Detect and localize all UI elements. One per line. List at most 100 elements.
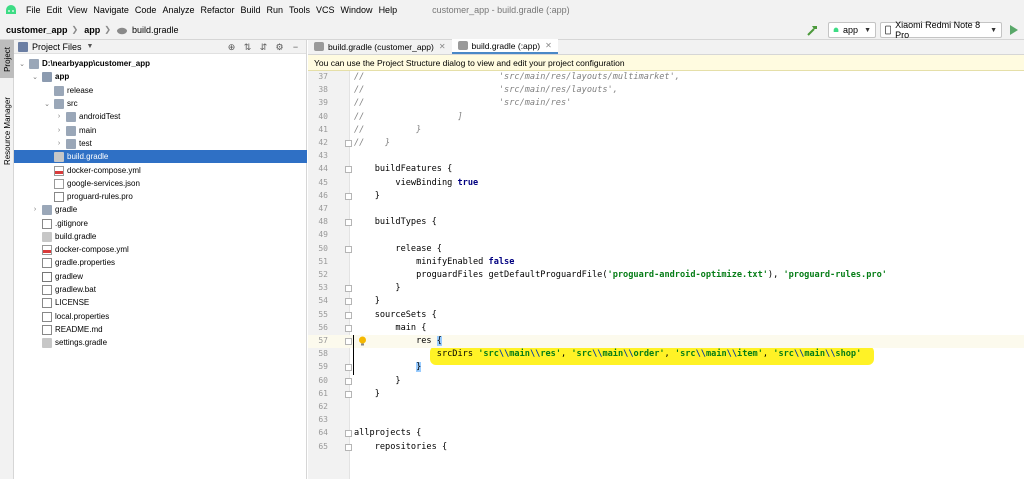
menu-window[interactable]: Window — [338, 5, 376, 15]
intention-bulb-icon[interactable] — [358, 336, 367, 346]
resource-manager-button[interactable]: Resource Manager — [0, 92, 14, 170]
code-line[interactable]: 41 // } — [308, 124, 1024, 137]
tree-item-src[interactable]: ⌄ src — [14, 97, 307, 110]
code-line[interactable]: 44 buildFeatures { — [308, 163, 1024, 176]
code-line[interactable]: 46 } — [308, 190, 1024, 203]
fold-marker-icon[interactable] — [345, 285, 352, 293]
tree-item-gradlew-bat[interactable]: gradlew.bat — [14, 283, 307, 296]
tree-item-androidtest[interactable]: › androidTest — [14, 110, 307, 123]
menu-tools[interactable]: Tools — [286, 5, 313, 15]
fold-marker-icon[interactable] — [345, 324, 352, 332]
tree-item-local-properties[interactable]: local.properties — [14, 310, 307, 323]
tree-item-root-build-gradle[interactable]: build.gradle — [14, 230, 307, 243]
code-line[interactable]: 56 main { — [308, 322, 1024, 335]
code-editor[interactable]: 37 // 'src/main/res/layouts/multimarket',… — [308, 71, 1024, 479]
code-line[interactable]: 52 proguardFiles getDefaultProguardFile(… — [308, 269, 1024, 282]
fold-marker-icon[interactable] — [345, 364, 352, 372]
code-line[interactable]: 60 } — [308, 375, 1024, 388]
code-line[interactable]: 39 // 'src/main/res' — [308, 97, 1024, 110]
code-line[interactable]: 58 srcDirs 'src\\main\\res', 'src\\main\… — [308, 348, 1024, 361]
tree-item-main[interactable]: › main — [14, 124, 307, 137]
menu-edit[interactable]: Edit — [44, 5, 66, 15]
tree-item-gitignore[interactable]: .gitignore — [14, 217, 307, 230]
collapsed-arrow-icon[interactable]: › — [55, 113, 63, 120]
device-select[interactable]: Xiaomi Redmi Note 8 Pro ▼ — [880, 20, 1002, 40]
tree-item-license[interactable]: LICENSE — [14, 296, 307, 309]
fold-marker-icon[interactable] — [345, 390, 352, 398]
chevron-down-icon[interactable]: ▼ — [87, 43, 94, 50]
code-line[interactable]: 42 // } — [308, 137, 1024, 150]
tree-item-gradlew[interactable]: gradlew — [14, 270, 307, 283]
code-line[interactable]: 43 — [308, 150, 1024, 163]
tree-item-gradle-properties[interactable]: gradle.properties — [14, 256, 307, 269]
code-line[interactable]: 48 buildTypes { — [308, 216, 1024, 229]
code-line[interactable]: 59 } — [308, 361, 1024, 374]
tab-build-gradle-customer-app[interactable]: build.gradle (customer_app) ✕ — [308, 39, 452, 54]
fold-marker-icon[interactable] — [345, 219, 352, 227]
menu-run[interactable]: Run — [264, 5, 287, 15]
menu-refactor[interactable]: Refactor — [197, 5, 237, 15]
menu-help[interactable]: Help — [376, 5, 401, 15]
code-line[interactable]: 51 minifyEnabled false — [308, 256, 1024, 269]
collapsed-arrow-icon[interactable]: › — [55, 140, 63, 147]
tree-item-app[interactable]: ⌄ app — [14, 70, 307, 83]
tree-item-root[interactable]: ⌄ D:\nearbyapp\customer_app — [14, 57, 307, 70]
run-icon[interactable] — [1006, 22, 1022, 38]
tree-item-settings-gradle[interactable]: settings.gradle — [14, 336, 307, 349]
gear-icon[interactable]: ⚙ — [273, 41, 286, 54]
fold-marker-icon[interactable] — [345, 430, 352, 438]
menu-build[interactable]: Build — [237, 5, 263, 15]
tree-item-google-services[interactable]: google-services.json — [14, 177, 307, 190]
project-view-title[interactable]: Project Files — [32, 42, 82, 52]
breadcrumb-module[interactable]: app — [78, 25, 100, 35]
menu-vcs[interactable]: VCS — [313, 5, 338, 15]
code-line[interactable]: 40 // ] — [308, 111, 1024, 124]
code-line[interactable]: 65 repositories { — [308, 441, 1024, 454]
fold-marker-icon[interactable] — [345, 377, 352, 385]
collapse-all-icon[interactable]: ⇵ — [257, 41, 270, 54]
fold-marker-icon[interactable] — [345, 140, 352, 147]
tree-item-gradle-folder[interactable]: › gradle — [14, 203, 307, 216]
expanded-arrow-icon[interactable]: ⌄ — [31, 73, 39, 81]
code-line[interactable]: 49 — [308, 229, 1024, 242]
code-line[interactable]: 38 // 'src/main/res/layouts', — [308, 84, 1024, 97]
collapsed-arrow-icon[interactable]: › — [31, 206, 39, 213]
run-configuration-select[interactable]: app ▼ — [828, 22, 876, 38]
tree-item-root-docker-compose[interactable]: docker-compose.yml — [14, 243, 307, 256]
code-line[interactable]: 45 viewBinding true — [308, 177, 1024, 190]
tab-build-gradle-app[interactable]: build.gradle (:app) ✕ — [451, 39, 558, 54]
menu-view[interactable]: View — [65, 5, 90, 15]
fold-marker-icon[interactable] — [345, 192, 352, 200]
project-tool-window-button[interactable]: Project — [0, 40, 14, 78]
locate-file-icon[interactable]: ⊕ — [225, 41, 238, 54]
code-line[interactable]: 61 } — [308, 388, 1024, 401]
code-line[interactable]: 57 res { — [308, 335, 1024, 349]
close-icon[interactable]: ✕ — [439, 42, 446, 51]
tree-item-readme[interactable]: README.md — [14, 323, 307, 336]
code-line[interactable]: 50 release { — [308, 243, 1024, 256]
menu-analyze[interactable]: Analyze — [159, 5, 197, 15]
menu-navigate[interactable]: Navigate — [90, 5, 132, 15]
expanded-arrow-icon[interactable]: ⌄ — [18, 60, 26, 68]
code-line[interactable]: 37 // 'src/main/res/layouts/multimarket', — [308, 71, 1024, 84]
fold-marker-icon[interactable] — [345, 311, 352, 319]
fold-marker-icon[interactable] — [345, 166, 352, 174]
tree-item-test[interactable]: › test — [14, 137, 307, 150]
code-line[interactable]: 64 allprojects { — [308, 427, 1024, 440]
code-line[interactable]: 53 } — [308, 282, 1024, 295]
expand-all-icon[interactable]: ⇅ — [241, 41, 254, 54]
hide-panel-icon[interactable]: − — [289, 41, 302, 54]
code-line[interactable]: 63 — [308, 414, 1024, 427]
fold-marker-icon[interactable] — [345, 443, 352, 451]
tree-item-release[interactable]: release — [14, 84, 307, 97]
fold-marker-icon[interactable] — [345, 338, 352, 345]
fold-marker-icon[interactable] — [345, 298, 352, 306]
fold-marker-icon[interactable] — [345, 245, 352, 253]
code-line[interactable]: 62 — [308, 401, 1024, 414]
make-project-hammer-icon[interactable] — [804, 22, 820, 38]
menu-file[interactable]: File — [23, 5, 44, 15]
project-structure-banner[interactable]: You can use the Project Structure dialog… — [308, 55, 1024, 71]
menu-code[interactable]: Code — [132, 5, 160, 15]
tree-item-app-build-gradle[interactable]: build.gradle — [14, 150, 307, 163]
expanded-arrow-icon[interactable]: ⌄ — [43, 100, 51, 108]
